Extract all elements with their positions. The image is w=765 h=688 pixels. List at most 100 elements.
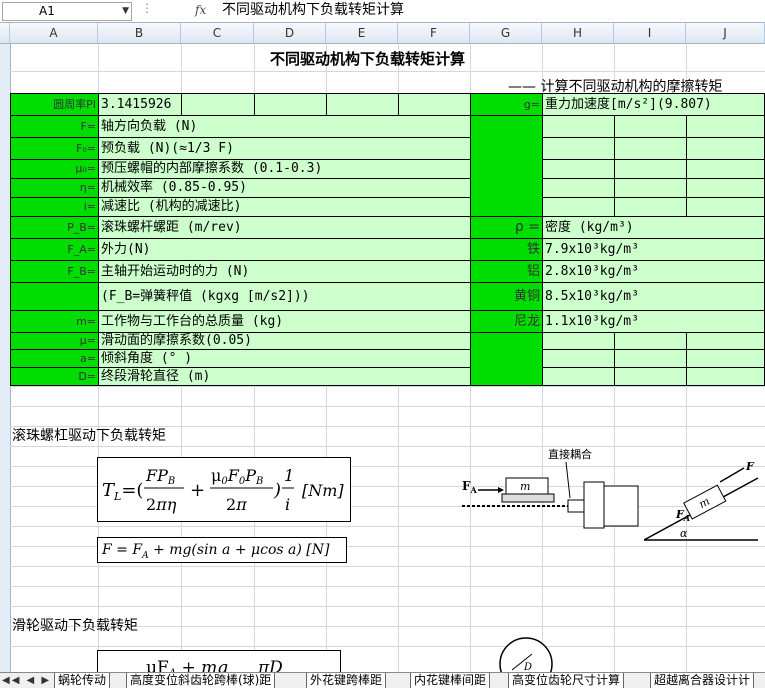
param-label[interactable]: μ₀= bbox=[10, 159, 99, 179]
param-desc[interactable]: 工作物与工作台的总质量 (kg) bbox=[98, 310, 471, 333]
param-desc[interactable]: 轴方向负载 (N) bbox=[98, 115, 471, 138]
col-header-e[interactable]: E bbox=[326, 23, 398, 43]
formula-force[interactable]: F = FA + mg(sin a + μcos a) [N] bbox=[97, 537, 347, 563]
param-cell[interactable] bbox=[326, 93, 399, 116]
param-label[interactable]: P_B= bbox=[10, 216, 99, 239]
param-desc[interactable]: 机械效率 (0.85-0.95) bbox=[98, 178, 471, 198]
right-cell[interactable] bbox=[614, 197, 687, 217]
param-desc[interactable]: 终段滑轮直径 (m) bbox=[98, 367, 471, 386]
material-name[interactable]: 黄铜 bbox=[470, 282, 543, 311]
param-label[interactable]: F= bbox=[10, 115, 99, 138]
formula-buttons: ⋮ fx bbox=[137, 1, 213, 19]
material-density[interactable]: 8.5x10³kg/m³ bbox=[542, 282, 765, 311]
g-desc[interactable]: 重力加速度[m/s²](9.807) bbox=[542, 93, 765, 116]
param-label[interactable]: i= bbox=[10, 197, 99, 217]
formula-ballscrew-svg: TL=( FPB 2πη + μ0F0PB 2π ) 1 i [Nm] bbox=[102, 466, 344, 514]
tab-modified-gear[interactable]: 高变位齿轮尺寸计算 bbox=[508, 673, 625, 688]
ballscrew-illustration: 直接耦合 FA m m F FA α bbox=[462, 447, 759, 541]
right-cell[interactable] bbox=[686, 349, 765, 368]
right-cell[interactable] bbox=[542, 367, 615, 386]
right-cell[interactable] bbox=[542, 332, 615, 350]
param-value[interactable]: 3.1415926 bbox=[98, 93, 182, 116]
param-desc[interactable]: 倾斜角度 (° ) bbox=[98, 349, 471, 368]
right-cell[interactable] bbox=[542, 197, 615, 217]
tab-worm-gear[interactable]: 蜗轮传动 bbox=[54, 673, 111, 688]
param-label[interactable]: a= bbox=[10, 349, 99, 368]
param-desc[interactable]: 外力(N) bbox=[98, 238, 471, 261]
param-label[interactable]: 圆周率PI bbox=[10, 93, 99, 116]
right-cell[interactable] bbox=[686, 197, 765, 217]
material-name[interactable]: 尼龙 bbox=[470, 310, 543, 333]
g-label[interactable]: g= bbox=[470, 93, 543, 116]
name-box[interactable]: A1 ▼ bbox=[2, 2, 132, 21]
material-name[interactable]: 铁 bbox=[470, 238, 543, 261]
param-desc[interactable]: 减速比 (机构的减速比) bbox=[98, 197, 471, 217]
col-header-b[interactable]: B bbox=[98, 23, 181, 43]
right-cell[interactable] bbox=[686, 178, 765, 198]
right-filler[interactable] bbox=[470, 332, 543, 386]
right-cell[interactable] bbox=[614, 159, 687, 179]
rho-desc[interactable]: 密度 (kg/m³) bbox=[542, 216, 765, 239]
right-cell[interactable] bbox=[542, 349, 615, 368]
coupling-label: 直接耦合 bbox=[548, 447, 592, 461]
material-density[interactable]: 1.1x10³kg/m³ bbox=[542, 310, 765, 333]
param-label[interactable]: η= bbox=[10, 178, 99, 198]
right-cell[interactable] bbox=[614, 332, 687, 350]
col-header-d[interactable]: D bbox=[254, 23, 326, 43]
col-header-h[interactable]: H bbox=[542, 23, 614, 43]
param-cell[interactable] bbox=[254, 93, 327, 116]
tab-helical-gear[interactable]: 高度变位斜齿轮跨棒(球)距 bbox=[126, 673, 276, 688]
tab-internal-spline[interactable]: 内花键棒间距 bbox=[410, 673, 491, 688]
param-desc[interactable]: (F_B=弹簧秤值 (kgxg [m/s2])) bbox=[98, 282, 471, 311]
param-cell[interactable] bbox=[181, 93, 255, 116]
param-desc[interactable]: 预压螺帽的内部摩擦系数 (0.1-0.3) bbox=[98, 159, 471, 179]
col-header-a[interactable]: A bbox=[10, 23, 98, 43]
right-cell[interactable] bbox=[542, 178, 615, 198]
chevron-down-icon[interactable]: ▼ bbox=[122, 3, 129, 20]
right-cell[interactable] bbox=[542, 137, 615, 160]
rho-label[interactable]: ρ = bbox=[470, 216, 543, 239]
right-cell[interactable] bbox=[686, 159, 765, 179]
right-cell[interactable] bbox=[542, 159, 615, 179]
right-cell[interactable] bbox=[614, 367, 687, 386]
formula-force-a: F = F bbox=[102, 542, 143, 558]
right-cell[interactable] bbox=[614, 178, 687, 198]
formula-ballscrew-torque[interactable]: TL=( FPB 2πη + μ0F0PB 2π ) 1 i [Nm] bbox=[97, 457, 351, 522]
param-label[interactable]: D= bbox=[10, 367, 99, 386]
param-cell[interactable] bbox=[398, 93, 471, 116]
right-cell[interactable] bbox=[686, 367, 765, 386]
splitter-handle-icon[interactable]: ⋮ bbox=[141, 1, 154, 15]
param-desc[interactable]: 主轴开始运动时的力 (N) bbox=[98, 260, 471, 283]
param-label[interactable]: F_A= bbox=[10, 238, 99, 261]
right-cell[interactable] bbox=[686, 137, 765, 160]
col-header-j[interactable]: J bbox=[686, 23, 765, 43]
param-label[interactable]: m= bbox=[10, 310, 99, 333]
select-all-corner[interactable] bbox=[0, 23, 10, 43]
material-density[interactable]: 7.9x10³kg/m³ bbox=[542, 238, 765, 261]
right-cell[interactable] bbox=[614, 137, 687, 160]
tab-external-spline[interactable]: 外花键跨棒距 bbox=[306, 673, 387, 688]
right-cell[interactable] bbox=[614, 115, 687, 138]
param-desc[interactable]: 滚珠螺杆螺距 (m/rev) bbox=[98, 216, 471, 239]
param-desc[interactable]: 预负载 (N)(≈1/3 F) bbox=[98, 137, 471, 160]
material-density[interactable]: 2.8x10³kg/m³ bbox=[542, 260, 765, 283]
tab-overrunning-clutch[interactable]: 超越离合器设计计 bbox=[650, 673, 755, 688]
material-name[interactable]: 铝 bbox=[470, 260, 543, 283]
right-filler[interactable] bbox=[470, 115, 543, 217]
param-label[interactable]: F_B= bbox=[10, 260, 99, 283]
col-header-f[interactable]: F bbox=[398, 23, 470, 43]
column-headers: A B C D E F G H I J bbox=[0, 23, 765, 44]
param-label[interactable]: F₀= bbox=[10, 137, 99, 160]
col-header-c[interactable]: C bbox=[181, 23, 254, 43]
right-cell[interactable] bbox=[614, 349, 687, 368]
right-cell[interactable] bbox=[542, 115, 615, 138]
insert-function-icon[interactable]: fx bbox=[195, 3, 206, 17]
col-header-i[interactable]: I bbox=[614, 23, 686, 43]
param-label[interactable] bbox=[10, 282, 99, 311]
right-cell[interactable] bbox=[686, 115, 765, 138]
param-label[interactable]: μ= bbox=[10, 332, 99, 350]
col-header-g[interactable]: G bbox=[470, 23, 542, 43]
param-desc[interactable]: 滑动面的摩擦系数(0.05) bbox=[98, 332, 471, 350]
right-cell[interactable] bbox=[686, 332, 765, 350]
formula-input[interactable]: 不同驱动机构下负载转矩计算 bbox=[222, 1, 404, 19]
